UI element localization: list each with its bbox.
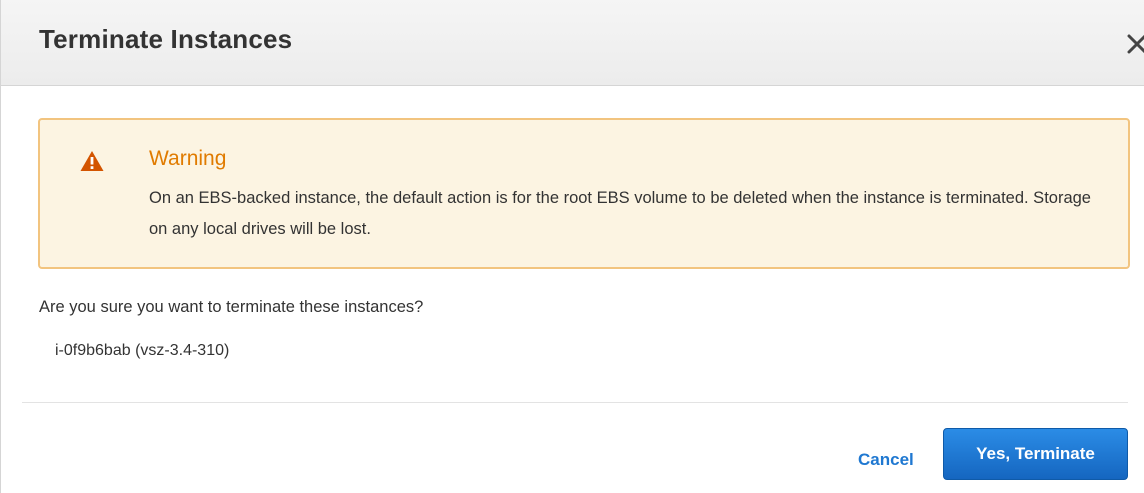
dialog-header: Terminate Instances xyxy=(1,0,1144,86)
yes-terminate-button[interactable]: Yes, Terminate xyxy=(943,428,1128,480)
close-icon[interactable] xyxy=(1121,22,1144,62)
warning-message: On an EBS-backed instance, the default a… xyxy=(149,189,1091,238)
warning-triangle-icon xyxy=(80,151,104,171)
terminate-instances-dialog: Terminate Instances Warning On an EBS-ba… xyxy=(0,0,1144,493)
cancel-button[interactable]: Cancel xyxy=(858,450,914,470)
warning-alert: Warning On an EBS-backed instance, the d… xyxy=(38,118,1130,269)
close-button[interactable] xyxy=(1121,22,1144,62)
dialog-title: Terminate Instances xyxy=(39,24,293,54)
confirm-question: Are you sure you want to terminate these… xyxy=(39,298,424,316)
instance-list-item: i-0f9b6bab (vsz-3.4-310) xyxy=(55,342,230,359)
footer-divider xyxy=(22,402,1128,403)
warning-title: Warning xyxy=(149,147,227,170)
